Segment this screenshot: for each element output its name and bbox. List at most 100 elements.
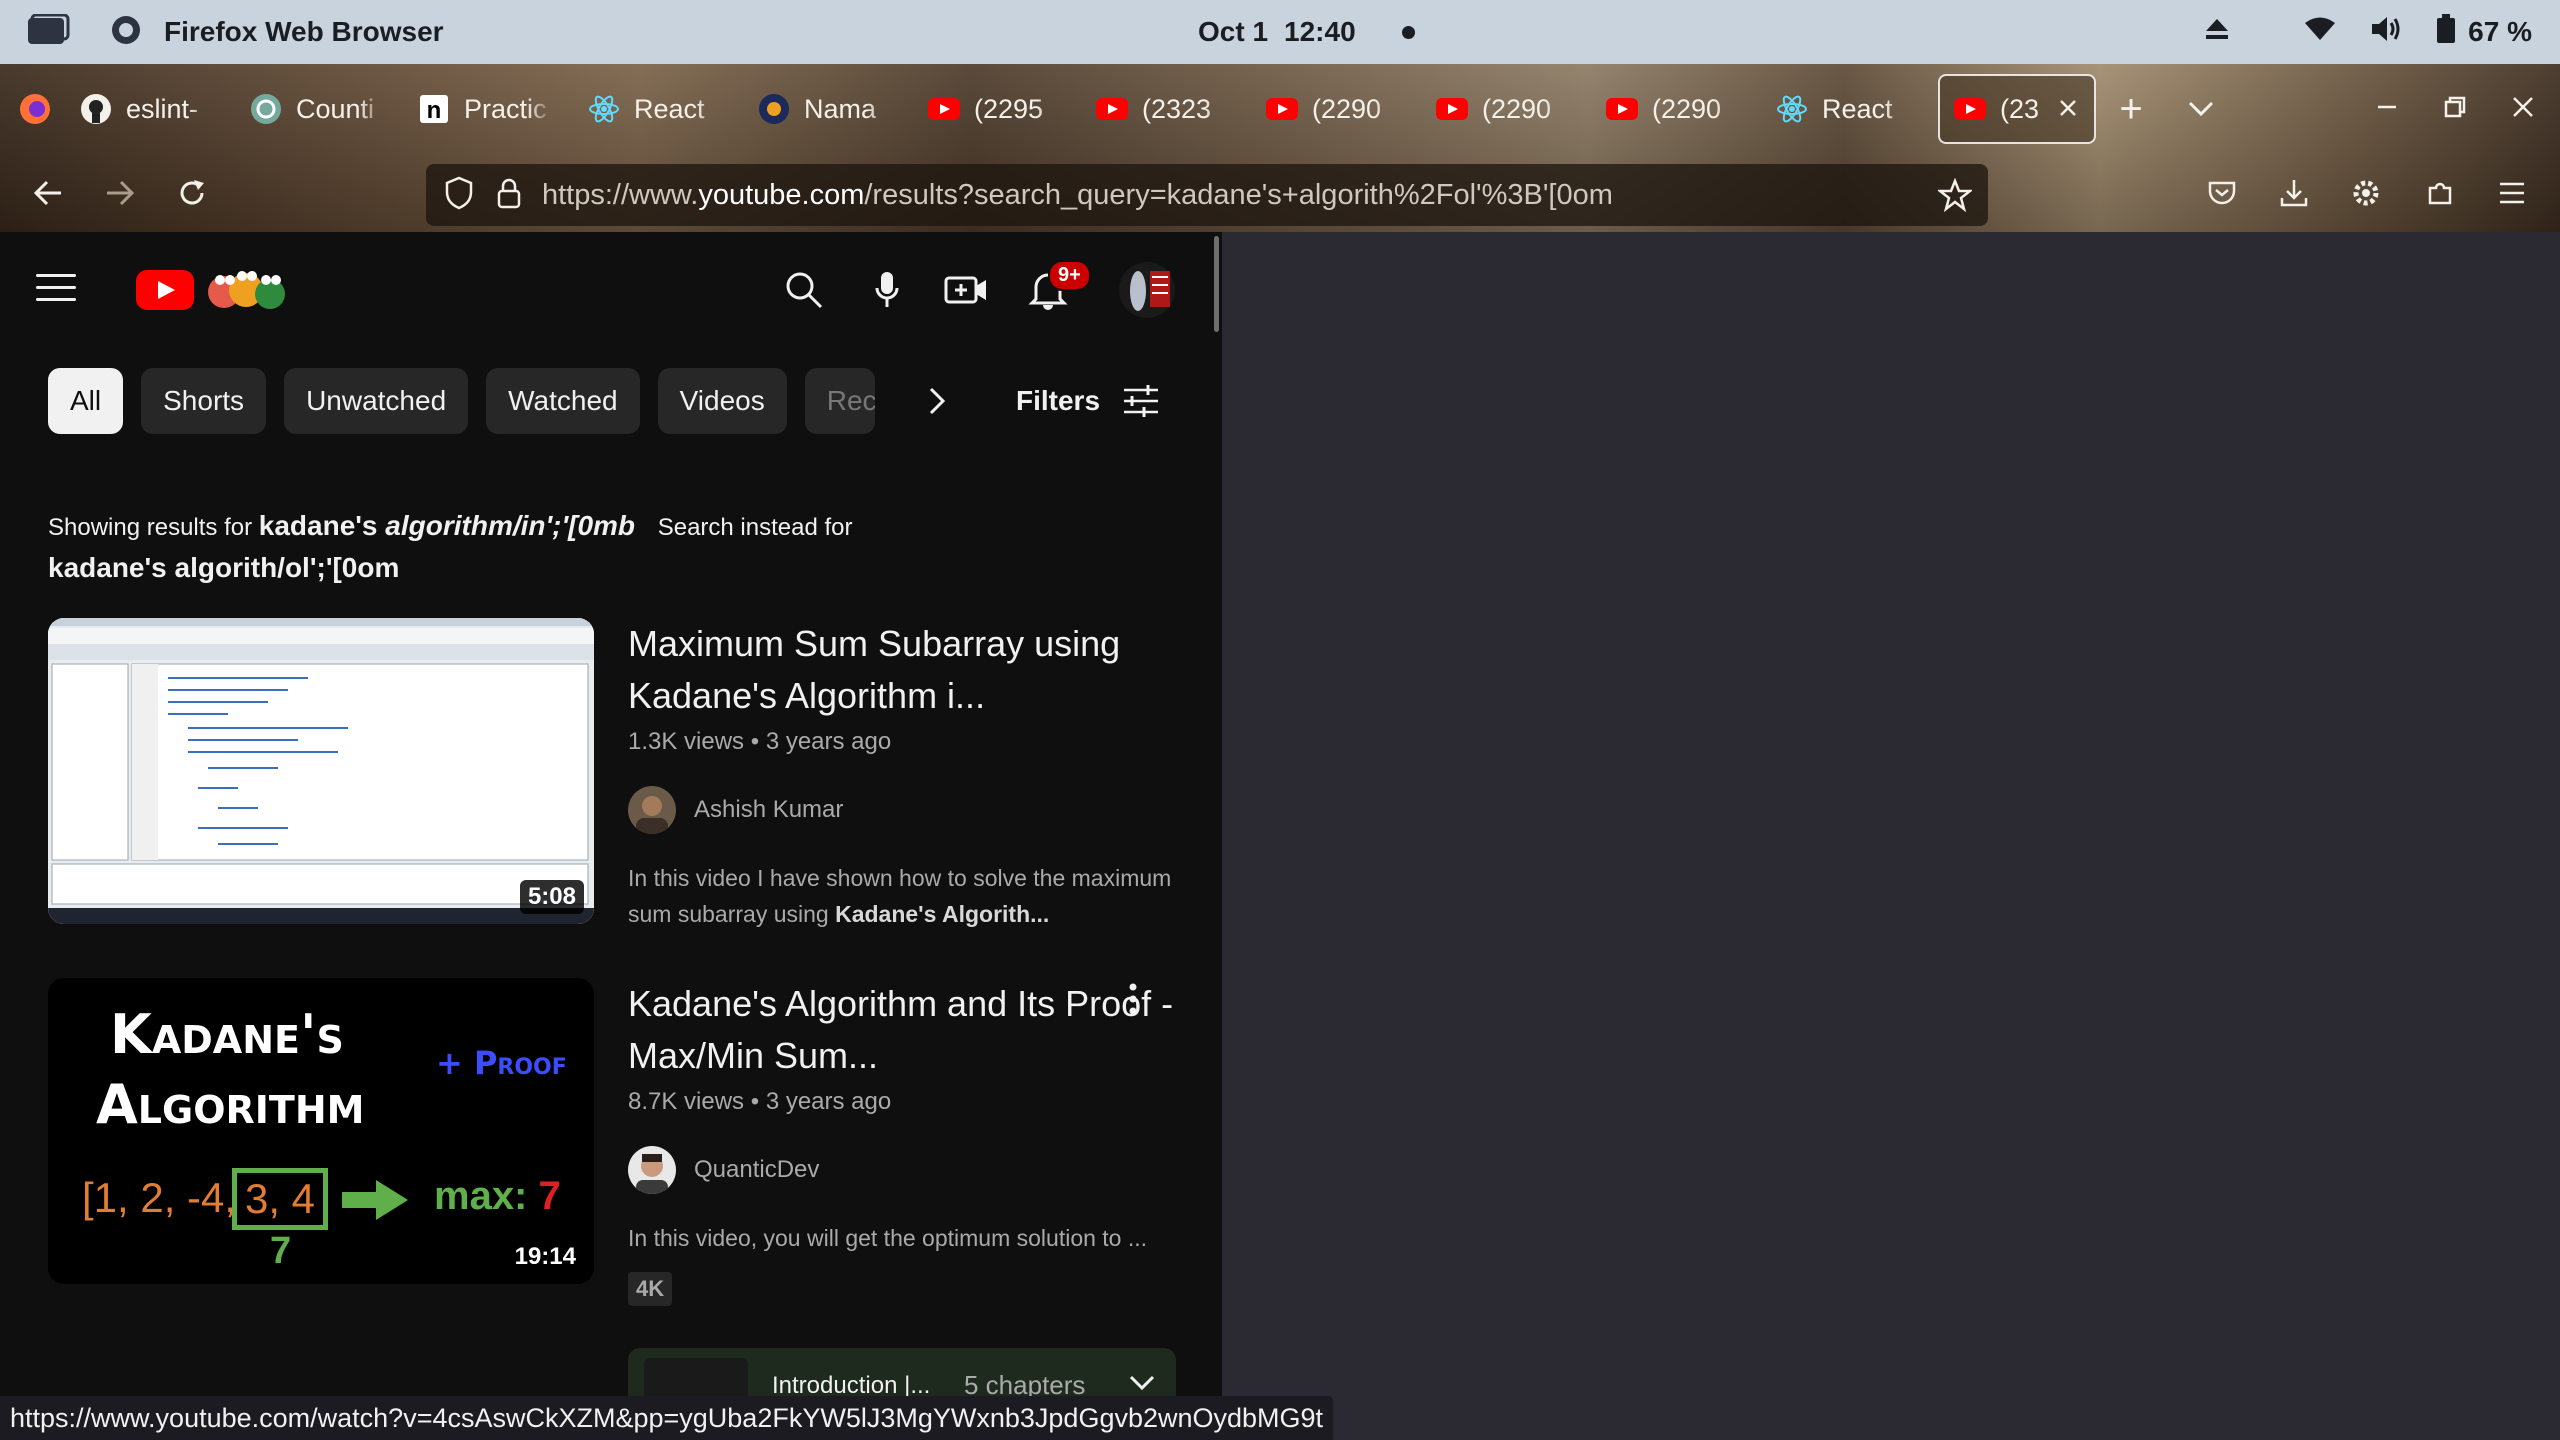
- extensions-button[interactable]: [2410, 154, 2470, 232]
- tab-3[interactable]: React: [578, 74, 748, 144]
- notifications-button[interactable]: 9+: [1028, 260, 1091, 318]
- chip-shorts[interactable]: Shorts: [141, 368, 267, 434]
- thumbnail-title-line-1: Kadane's: [110, 1003, 344, 1066]
- tab-label: eslint-: [126, 93, 199, 124]
- restore-button[interactable]: [2444, 96, 2466, 123]
- clock[interactable]: Oct 1 12:40: [1198, 0, 1415, 64]
- voice-search-button[interactable]: [874, 262, 900, 318]
- downloads-button[interactable]: [2264, 154, 2324, 232]
- video-metadata: 8.7K views • 3 years ago: [628, 1088, 892, 1115]
- channel-avatar[interactable]: [628, 1146, 676, 1194]
- corrected-query-link[interactable]: kadane's algorithm/in';'[0mb: [259, 510, 635, 541]
- back-arrow-icon: [33, 180, 61, 206]
- chevron-down-icon[interactable]: [1128, 1374, 1156, 1397]
- hamburger-menu-icon: [2500, 182, 2524, 204]
- tab-6[interactable]: (2323: [1086, 74, 1256, 144]
- tab-8[interactable]: (2290: [1426, 74, 1596, 144]
- close-tab-icon[interactable]: [2058, 94, 2078, 125]
- volume-icon[interactable]: [2370, 15, 2402, 50]
- channel-link[interactable]: QuanticDev: [628, 1146, 1188, 1194]
- tab-label: React: [1822, 93, 1893, 124]
- tab-7[interactable]: (2290: [1256, 74, 1426, 144]
- forward-button[interactable]: [90, 154, 150, 232]
- tab-0[interactable]: eslint-: [70, 74, 240, 144]
- settings-extension-button[interactable]: [2336, 154, 2396, 232]
- tab-11[interactable]: (23: [1938, 74, 2096, 144]
- screen: Firefox Web Browser Oct 1 12:40 67 % esl…: [0, 0, 2560, 1440]
- chip-unwatched[interactable]: Unwatched: [284, 368, 469, 434]
- channel-avatar[interactable]: [628, 786, 676, 834]
- upload-age: 3 years ago: [765, 728, 892, 755]
- browser-header: eslint- Counti n Practic React Nama (2295 (2323…: [0, 64, 2560, 232]
- bookmark-star-icon[interactable]: [1936, 177, 1974, 217]
- os-top-bar: Firefox Web Browser Oct 1 12:40 67 %: [0, 0, 2560, 64]
- url-text[interactable]: https://www.youtube.com/results?search_q…: [542, 179, 1613, 212]
- pocket-button[interactable]: [2192, 154, 2252, 232]
- guide-menu-icon[interactable]: [36, 274, 76, 310]
- description-highlight: Kadane's Algorith...: [835, 901, 1050, 927]
- youtube-icon: [1954, 93, 1986, 125]
- svg-text:n: n: [427, 97, 442, 124]
- window-overview-icon[interactable]: [26, 13, 70, 51]
- minimize-button[interactable]: [2376, 96, 2398, 123]
- list-all-tabs-button[interactable]: [2166, 101, 2236, 117]
- chip-recent[interactable]: Rec: [804, 368, 875, 434]
- notion-icon: n: [418, 93, 450, 125]
- video-title[interactable]: Kadane's Algorithm and Its Proof - Max/M…: [628, 978, 1188, 1082]
- thumbnail-sum: 7: [270, 1230, 292, 1272]
- account-avatar[interactable]: [1118, 262, 1176, 318]
- youtube-logo-icon[interactable]: [136, 270, 194, 310]
- channel-name[interactable]: QuanticDev: [694, 1156, 819, 1184]
- navigation-toolbar: https://www.youtube.com/results?search_q…: [0, 154, 2560, 232]
- thumbnail-max-value: 7: [538, 1174, 561, 1218]
- original-query-link[interactable]: kadane's algorith/ol';'[0om: [48, 552, 399, 583]
- video-description: In this video I have shown how to solve …: [628, 860, 1173, 932]
- youtube-doodle-icon[interactable]: [204, 262, 294, 314]
- tab-9[interactable]: (2290: [1596, 74, 1766, 144]
- video-thumbnail[interactable]: 5:08: [48, 618, 594, 924]
- tab-4[interactable]: Nama: [748, 74, 918, 144]
- tab-5[interactable]: (2295: [918, 74, 1086, 144]
- reload-button[interactable]: [162, 154, 222, 232]
- app-menu-button[interactable]: [2482, 154, 2542, 232]
- microphone-icon: [875, 272, 899, 307]
- channel-name[interactable]: Ashish Kumar: [694, 796, 843, 824]
- puzzle-icon: [2428, 182, 2452, 205]
- tab-2[interactable]: n Practic: [408, 74, 578, 144]
- url-bar[interactable]: https://www.youtube.com/results?search_q…: [426, 164, 1988, 226]
- video-description: In this video, you will get the optimum …: [628, 1225, 1148, 1251]
- firefox-app-icon: [110, 14, 142, 51]
- filter-chips: All Shorts Unwatched Watched Videos Rec: [48, 368, 875, 434]
- tab-label: (2295: [974, 93, 1044, 124]
- video-title[interactable]: Maximum Sum Subarray using Kadane's Algo…: [628, 618, 1188, 722]
- url-path: /results?search_query=kadane's+algorith%…: [864, 178, 1613, 211]
- back-button[interactable]: [18, 154, 78, 232]
- create-button[interactable]: [944, 262, 988, 318]
- pocket-icon: [2208, 181, 2236, 205]
- firefox-view-button[interactable]: [0, 92, 70, 126]
- close-window-button[interactable]: [2512, 96, 2534, 123]
- wifi-icon[interactable]: [2304, 16, 2336, 49]
- search-icon: [786, 272, 823, 309]
- chip-all[interactable]: All: [48, 368, 124, 434]
- chevron-down-icon: [2188, 101, 2214, 117]
- channel-link[interactable]: Ashish Kumar: [628, 786, 1188, 834]
- filters-button[interactable]: Filters: [1016, 368, 1160, 434]
- battery-indicator[interactable]: 67 %: [2436, 13, 2532, 51]
- video-thumbnail[interactable]: Kadane's Algorithm + Proof [1, 2, -4, 3,…: [48, 978, 594, 1284]
- eject-icon[interactable]: [2204, 16, 2230, 48]
- create-video-icon: [944, 276, 986, 304]
- search-button[interactable]: [784, 262, 824, 318]
- youtube-icon: [1436, 93, 1468, 125]
- tab-10[interactable]: React: [1766, 74, 1932, 144]
- tab-1[interactable]: Counti: [240, 74, 408, 144]
- chip-watched[interactable]: Watched: [486, 368, 640, 434]
- new-tab-button[interactable]: +: [2096, 87, 2166, 132]
- lock-icon[interactable]: [496, 177, 522, 214]
- app-title: Firefox Web Browser: [164, 16, 444, 47]
- chips-next-button[interactable]: [912, 368, 962, 434]
- more-actions-button[interactable]: [1128, 982, 1138, 1016]
- chip-videos[interactable]: Videos: [657, 368, 787, 434]
- tracking-shield-icon[interactable]: [444, 176, 474, 215]
- page-scrollbar[interactable]: [1214, 236, 1219, 332]
